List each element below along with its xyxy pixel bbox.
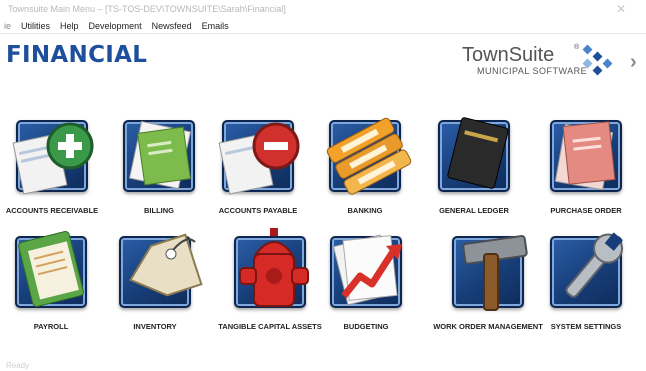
module-grid: ACCOUNTS RECEIVABLE BILLING ACCOUNTS PAY… — [0, 100, 646, 350]
menu-item-file[interactable]: ie — [0, 21, 16, 31]
logo-square-1 — [582, 44, 593, 55]
brand-registered-mark: ® — [574, 44, 580, 51]
menu-item-development[interactable]: Development — [84, 21, 147, 31]
general-ledger-icon — [438, 117, 510, 192]
purchase-order-icon — [550, 120, 622, 192]
menu-item-emails[interactable]: Emails — [197, 21, 234, 31]
tile-system-settings[interactable]: SYSTEM SETTINGS — [526, 226, 646, 351]
budgeting-icon — [330, 234, 402, 308]
brand-subtitle: MUNICIPAL SOFTWARE — [477, 66, 588, 76]
tile-purchase-order[interactable]: PURCHASE ORDER — [526, 100, 646, 225]
module-title: FINANCIAL — [6, 42, 148, 68]
logo-square-4 — [602, 58, 613, 69]
logo-square-2 — [592, 51, 603, 62]
menu-item-help[interactable]: Help — [55, 21, 84, 31]
tile-label: BUDGETING — [343, 322, 389, 331]
wrench-icon — [550, 232, 623, 308]
menu-item-utilities[interactable]: Utilities — [16, 21, 55, 31]
billing-icon — [123, 120, 195, 192]
next-page-arrow-icon[interactable]: › — [630, 52, 644, 72]
accounts-payable-icon — [218, 120, 300, 195]
tile-label: SYSTEM SETTINGS — [550, 322, 622, 331]
menu-bar: ie Utilities Help Development Newsfeed E… — [0, 18, 646, 34]
inventory-icon — [119, 233, 203, 308]
hammer-icon — [452, 235, 528, 311]
payroll-icon — [15, 231, 87, 308]
townsuite-logo: TownSuite ® MUNICIPAL SOFTWARE — [460, 44, 620, 80]
brand-name: TownSuite — [462, 44, 555, 66]
accounts-receivable-icon — [12, 120, 94, 195]
banking-icon — [326, 117, 412, 195]
tile-label: PURCHASE ORDER — [550, 206, 622, 215]
close-icon[interactable]: ✕ — [610, 0, 632, 18]
tile-budgeting[interactable]: BUDGETING — [306, 226, 426, 351]
fire-hydrant-icon — [234, 228, 309, 308]
window-title: Townsuite Main Menu – [TS-TOS-DEV\TOWNSU… — [8, 4, 286, 14]
status-bar: Ready — [6, 361, 30, 370]
tile-inventory[interactable]: INVENTORY — [95, 226, 215, 351]
logo-square-5 — [592, 65, 603, 76]
menu-item-newsfeed[interactable]: Newsfeed — [147, 21, 197, 31]
window-titlebar: Townsuite Main Menu – [TS-TOS-DEV\TOWNSU… — [0, 0, 646, 18]
